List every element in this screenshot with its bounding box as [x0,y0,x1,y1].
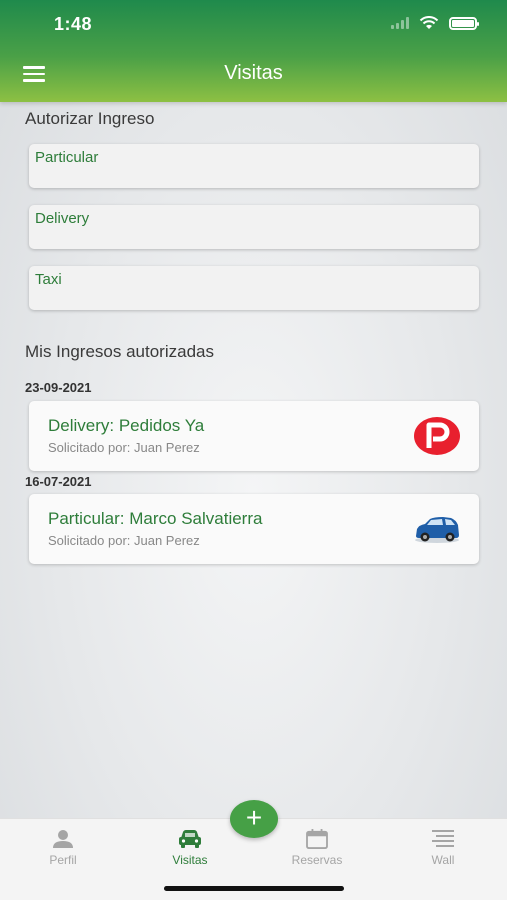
calendar-icon [306,829,328,849]
entry-subtitle: Solicitado por: Juan Perez [48,440,200,455]
person-icon [53,830,73,848]
entry-date: 16-07-2021 [25,474,92,489]
add-visit-button[interactable]: + [230,800,278,838]
entry-card-delivery[interactable]: Delivery: Pedidos Ya Solicitado por: Jua… [29,401,479,471]
tab-label: Visitas [172,853,208,867]
entry-title: Particular: Marco Salvatierra [48,509,263,528]
tab-label: Reservas [291,853,343,867]
wifi-icon [419,16,439,29]
tab-wall[interactable]: Wall [398,829,488,867]
signal-icon [391,17,409,29]
entry-date: 23-09-2021 [25,380,92,395]
authorize-title: Autorizar Ingreso [25,109,155,128]
option-taxi-button[interactable]: Taxi [29,266,479,310]
option-delivery-button[interactable]: Delivery [29,205,479,249]
tab-perfil[interactable]: Perfil [18,829,108,867]
home-indicator [164,886,344,891]
entry-title: Delivery: Pedidos Ya [48,416,205,435]
pedidos-ya-logo-icon [414,417,460,455]
status-icons [391,16,479,30]
option-particular-button[interactable]: Particular [29,144,479,188]
my-entries-title: Mis Ingresos autorizadas [25,342,214,361]
entry-subtitle: Solicitado por: Juan Perez [48,533,200,548]
tab-label: Perfil [49,853,77,867]
battery-icon [449,16,479,30]
app-header: 1:48 Visitas [0,0,507,102]
tab-visitas[interactable]: Visitas [145,829,235,867]
entry-card-particular[interactable]: Particular: Marco Salvatierra Solicitado… [29,494,479,564]
status-time: 1:48 [54,14,93,34]
car-icon [179,830,201,848]
tab-label: Wall [431,853,455,867]
car-image-icon [415,517,459,543]
page-title: Visitas [224,62,283,84]
tab-reservas[interactable]: Reservas [272,829,362,867]
wall-icon [432,830,454,847]
